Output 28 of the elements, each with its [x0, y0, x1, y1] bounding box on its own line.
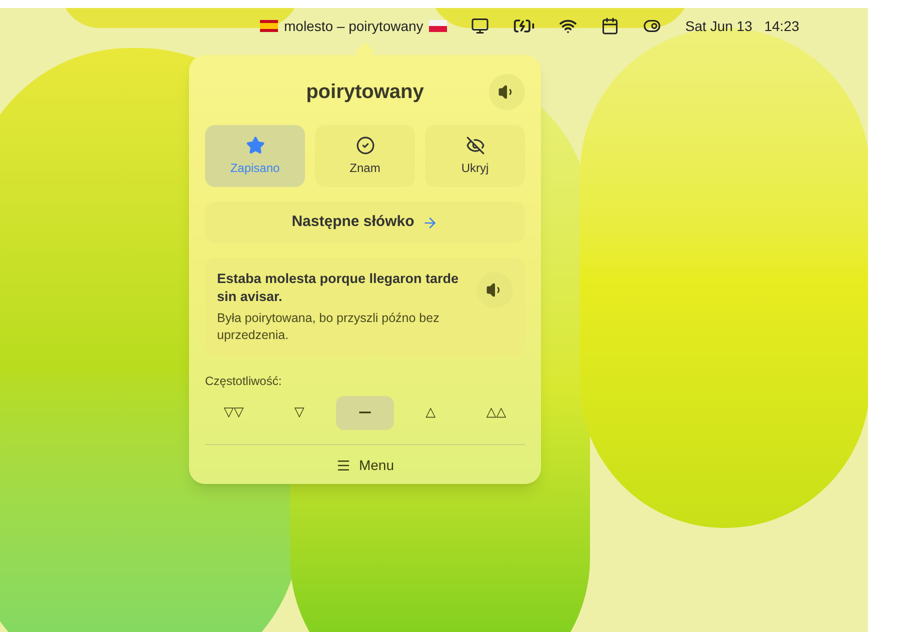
frequency-option[interactable]: ▽: [270, 396, 328, 430]
menu-bar-time[interactable]: 14:23: [764, 16, 800, 36]
word-pair[interactable]: molesto – poirytowany: [284, 16, 424, 36]
frequency-option[interactable]: △: [402, 396, 460, 430]
frequency-option[interactable]: △△: [467, 396, 525, 430]
next-word-button[interactable]: Następne słówko: [205, 202, 525, 243]
menu-button[interactable]: Menu: [336, 455, 394, 476]
control-center-icon[interactable]: [643, 17, 662, 35]
speaker-button[interactable]: [489, 74, 525, 110]
display-icon[interactable]: [471, 17, 490, 35]
example-sentence: Estaba molesta porque llegaron tarde sin avisar.: [217, 270, 460, 306]
word-title: poirytowany: [306, 80, 424, 105]
action-button[interactable]: Ukryj: [425, 125, 525, 187]
frequency-option[interactable]: —: [336, 396, 394, 430]
check-icon: [356, 136, 374, 154]
action-button[interactable]: Znam: [315, 125, 415, 187]
hide-icon: [466, 136, 484, 154]
speaker-button[interactable]: [477, 272, 513, 308]
calendar-icon[interactable]: [601, 17, 620, 35]
flag-icon: [429, 20, 448, 32]
flag-icon: [260, 20, 278, 32]
menu-icon: [336, 458, 351, 473]
example-translation: Była poirytowana, bo przyszli późno bez uprzedzenia.: [217, 310, 440, 344]
wifi-icon[interactable]: [559, 17, 578, 35]
frequency-option[interactable]: ▽▽: [205, 396, 263, 430]
menu-bar-date[interactable]: Sat Jun 13: [685, 16, 752, 36]
star-icon: [246, 136, 264, 154]
frequency-label: Częstotliwość:: [205, 373, 283, 390]
